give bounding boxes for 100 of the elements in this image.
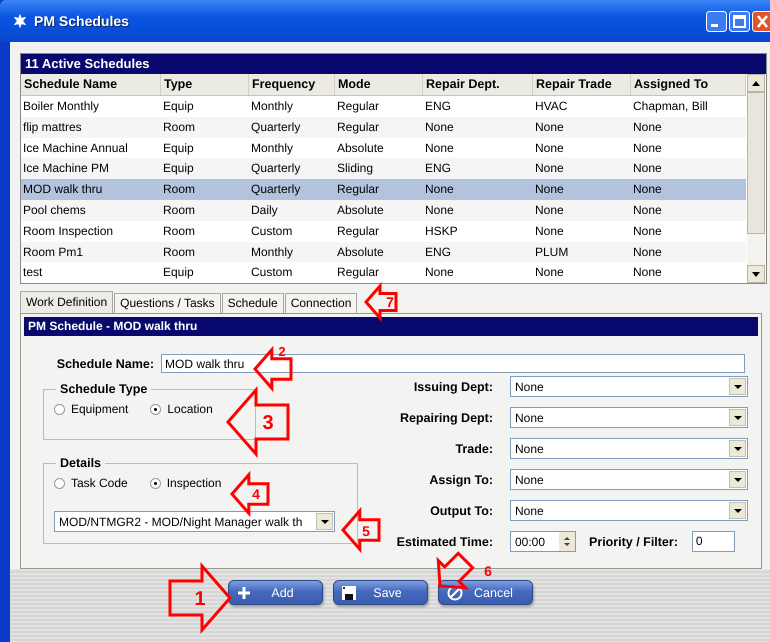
table-cell-text: Monthly xyxy=(250,140,294,157)
radio-option[interactable]: Location xyxy=(150,402,213,416)
table-cell-text: Regular xyxy=(336,98,380,115)
tab[interactable]: Connection xyxy=(284,293,358,314)
table-cell-text: Room Inspection xyxy=(22,222,114,240)
dropdown-field[interactable]: None xyxy=(510,438,748,460)
table-cell-text: Daily xyxy=(250,202,279,219)
radio-option[interactable]: Equipment xyxy=(54,402,128,416)
field-label: Repairing Dept: xyxy=(398,410,494,425)
table-cell-text: None xyxy=(534,160,565,178)
table-row[interactable]: Ice Machine PM Equip Quarterly Sliding ENG None None xyxy=(21,158,746,180)
column-header[interactable]: Frequency xyxy=(249,74,335,95)
table-cell-text: Monthly xyxy=(250,244,294,261)
column-header[interactable]: Type xyxy=(161,74,249,95)
radio-option[interactable]: Inspection xyxy=(150,476,222,490)
caret-icon xyxy=(734,384,742,389)
tab[interactable]: Work Definition xyxy=(20,291,114,314)
table-row[interactable]: MOD walk thru Room Quarterly Regular None None None xyxy=(21,179,746,200)
scrollbar[interactable] xyxy=(747,74,765,284)
field-label: Schedule Name: xyxy=(56,356,155,371)
list-title: 11 Active Schedules xyxy=(21,54,766,74)
callout-number: 3 xyxy=(262,412,274,434)
dropdown-field[interactable]: None xyxy=(510,469,748,490)
radio-button[interactable] xyxy=(54,478,65,489)
column-header[interactable]: Repair Dept. xyxy=(423,74,533,95)
table-cell-text: Equip xyxy=(162,140,195,157)
table-row[interactable]: Pool chems Room Daily Absolute None None None xyxy=(21,200,746,221)
dropdown-value: MOD/NTMGR2 - MOD/Night Manager walk th xyxy=(58,514,304,529)
dropdown-value: None xyxy=(514,380,545,394)
table-cell-text: PLUM xyxy=(534,244,570,261)
tab[interactable]: Questions / Tasks xyxy=(114,293,221,314)
table-row[interactable]: Ice Machine Annual Equip Monthly Absolute None None None xyxy=(21,138,746,158)
callout-arrow xyxy=(364,282,398,322)
table-cell-text: Quarterly xyxy=(250,118,302,136)
minimize-button[interactable] xyxy=(706,10,727,32)
table-cell-text: ENG xyxy=(424,160,452,178)
dropdown-value: None xyxy=(514,410,545,425)
table-cell-text: Room xyxy=(162,118,196,136)
dropdown-value: None xyxy=(514,442,545,456)
maximize-button[interactable] xyxy=(729,10,750,32)
field-label: Priority / Filter: xyxy=(589,534,678,549)
dropdown-value: None xyxy=(514,472,545,487)
callout-number: 4 xyxy=(252,486,260,502)
caret-icon xyxy=(734,508,742,513)
callout-number: 1 xyxy=(194,588,206,610)
radio-button[interactable] xyxy=(150,478,161,489)
table-cell-text: Room xyxy=(162,222,196,240)
table-cell-text: Custom xyxy=(250,264,294,282)
caret-icon xyxy=(734,416,742,420)
table-cell-text: test xyxy=(22,264,44,282)
table-cell-text: None xyxy=(534,118,565,136)
table-cell-text: Absolute xyxy=(336,244,385,261)
time-field[interactable]: 00:00 xyxy=(510,531,576,552)
column-header[interactable]: Assigned To xyxy=(631,74,746,95)
dropdown-field[interactable]: None xyxy=(510,376,748,398)
table-cell-text: None xyxy=(632,160,663,178)
dropdown-field[interactable]: None xyxy=(510,500,748,522)
radio-label: Equipment xyxy=(71,402,128,416)
table-row[interactable]: Room Pm1 Room Monthly Absolute ENG PLUM None xyxy=(21,242,746,262)
table-cell-text: None xyxy=(424,202,455,219)
table-cell-text: None xyxy=(534,181,565,198)
close-button[interactable] xyxy=(752,10,770,32)
radio-button[interactable] xyxy=(54,404,65,415)
column-header[interactable]: Mode xyxy=(335,74,423,95)
table-cell-text: None xyxy=(632,244,663,261)
task-dropdown[interactable]: MOD/NTMGR2 - MOD/Night Manager walk th xyxy=(54,511,335,532)
tab[interactable]: Schedule xyxy=(222,293,284,314)
radio-button[interactable] xyxy=(150,404,162,415)
table-cell-text: None xyxy=(534,140,565,157)
up-arrow-icon[interactable] xyxy=(564,537,570,540)
table-cell-text: Absolute xyxy=(336,202,385,219)
table-cell-text: None xyxy=(632,222,663,240)
callout-arrow xyxy=(436,551,475,590)
table-cell-text: Room xyxy=(162,181,196,198)
radio-option[interactable]: Task Code xyxy=(54,476,128,490)
table-cell-text: None xyxy=(632,181,663,198)
table-row[interactable]: flip mattres Room Quarterly Regular None None None xyxy=(21,116,746,138)
table-cell-text: flip mattres xyxy=(22,118,83,136)
table-cell-text: None xyxy=(632,264,663,282)
down-arrow-icon[interactable] xyxy=(564,543,570,546)
column-header[interactable]: Schedule Name xyxy=(21,74,161,95)
table-cell-text: Monthly xyxy=(250,98,294,115)
caret-icon xyxy=(734,478,742,482)
table-cell-text: None xyxy=(424,140,455,157)
down-arrow-icon xyxy=(752,272,760,277)
caret-icon xyxy=(320,520,328,524)
action-button[interactable]: Save xyxy=(333,580,428,606)
table-cell-text: Absolute xyxy=(336,140,385,157)
callout-number: 7 xyxy=(386,294,394,310)
callout-arrow xyxy=(168,562,232,634)
table-cell-text: ENG xyxy=(424,244,452,261)
action-button[interactable]: Add xyxy=(228,580,323,606)
field-label: Assign To: xyxy=(428,472,494,487)
column-header[interactable]: Repair Trade xyxy=(533,74,631,95)
priority-field[interactable]: 0 xyxy=(692,531,735,552)
action-button[interactable]: Cancel xyxy=(438,580,533,606)
dropdown-field[interactable]: None xyxy=(510,407,748,428)
table-cell-text: Equip xyxy=(162,264,195,282)
table-cell-text: Boiler Monthly xyxy=(22,98,100,115)
field-label: Trade: xyxy=(454,442,494,456)
